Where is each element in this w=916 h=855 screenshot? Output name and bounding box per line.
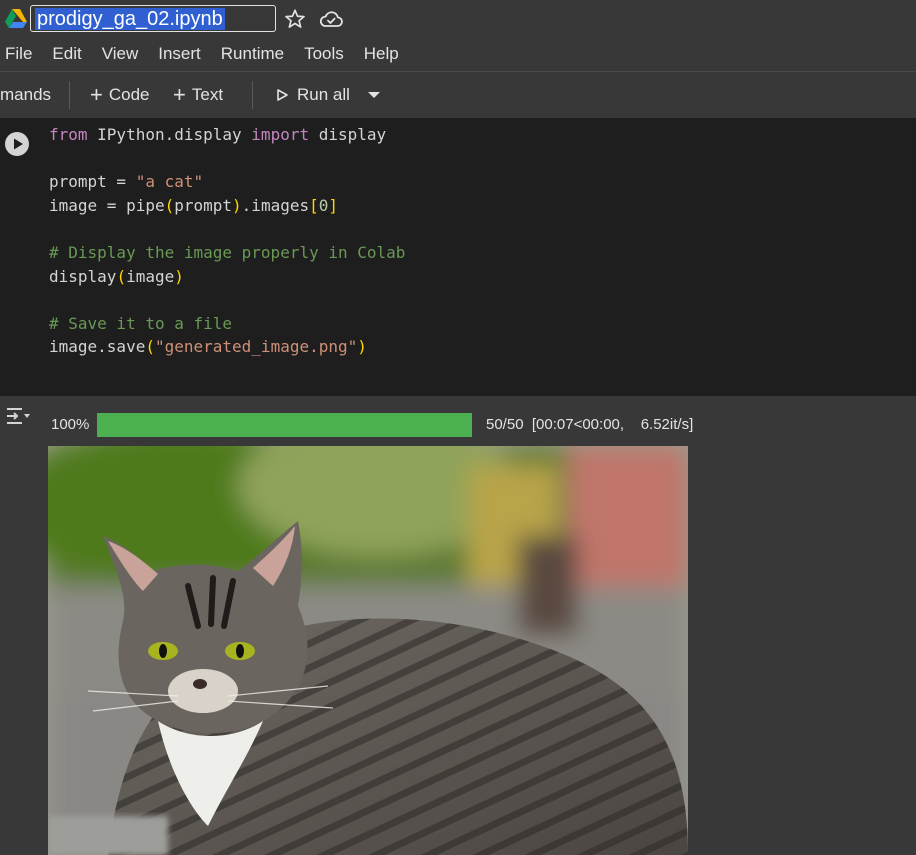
plus-icon: + <box>90 82 103 107</box>
cloud-icon[interactable] <box>319 8 343 30</box>
code-token: "generated_image.png" <box>154 337 358 357</box>
cell-output: 100% 50/50 [00:07<00:00, 6.52it/s] <box>0 397 916 855</box>
output-toggle-icon[interactable] <box>5 405 31 427</box>
code-token: prompt = <box>49 172 136 192</box>
play-icon <box>277 89 288 101</box>
menu-bar: File Edit View Insert Runtime Tools Help <box>0 38 916 70</box>
code-line: image.save("generated_image.png") <box>49 335 405 359</box>
add-text-label: Text <box>191 85 224 104</box>
title-bar: prodigy_ga_02.ipynb <box>0 0 916 38</box>
caret-down-icon <box>368 92 380 98</box>
code-token: ( <box>116 266 127 286</box>
code-token: ( <box>164 195 175 215</box>
code-token: from <box>49 125 88 144</box>
code-token: display <box>49 266 117 286</box>
progress-bar-fill <box>97 413 472 437</box>
code-line: prompt = "a cat" <box>49 170 405 194</box>
drive-icon[interactable] <box>5 8 27 28</box>
code-token: # Save it to a file <box>49 313 233 333</box>
notebook-title-input[interactable]: prodigy_ga_02.ipynb <box>30 5 276 32</box>
menu-file[interactable]: File <box>0 44 52 64</box>
menu-insert[interactable]: Insert <box>158 44 221 64</box>
code-token: ) <box>357 337 367 357</box>
plus-icon: + <box>173 82 186 107</box>
add-text-button[interactable]: + Text <box>173 72 223 118</box>
code-token: display <box>309 125 387 144</box>
code-token: image = pipe <box>49 195 165 215</box>
menu-runtime[interactable]: Runtime <box>221 44 304 64</box>
run-cell-icon[interactable] <box>4 131 30 157</box>
code-editor[interactable]: from IPython.display import display prom… <box>49 123 405 359</box>
progress-status: 50/50 [00:07<00:00, 6.52it/s] <box>486 416 694 433</box>
commands-button[interactable]: mands <box>0 72 51 118</box>
progress-percent: 100% <box>51 416 90 433</box>
code-line: display(image) <box>49 265 405 289</box>
star-icon[interactable] <box>284 8 306 30</box>
menu-edit[interactable]: Edit <box>52 44 101 64</box>
run-options-dropdown[interactable] <box>366 72 382 118</box>
code-token: "a cat" <box>135 172 204 192</box>
toolbar-divider <box>252 81 253 109</box>
generated-cat-image <box>48 446 688 855</box>
run-all-button[interactable]: Run all <box>275 72 350 118</box>
code-token: .images <box>241 195 310 215</box>
toolbar-divider <box>69 81 70 109</box>
code-line: image = pipe(prompt).images[0] <box>49 194 405 218</box>
code-token: prompt <box>174 195 233 215</box>
code-line: # Save it to a file <box>49 312 405 336</box>
code-line: from IPython.display import display <box>49 123 405 147</box>
code-line: # Display the image properly in Colab <box>49 241 405 265</box>
code-token: # Display the image properly in Colab <box>49 242 406 262</box>
add-code-button[interactable]: + Code <box>90 72 150 118</box>
code-token: 0 <box>318 195 329 215</box>
menu-view[interactable]: View <box>102 44 159 64</box>
commands-label: mands <box>0 85 52 104</box>
code-token: IPython.display <box>87 125 252 144</box>
run-all-label: Run all <box>297 85 350 104</box>
code-token: image <box>126 266 175 286</box>
toolbar: mands + Code + Text Run all <box>0 71 916 119</box>
code-token: ( <box>145 337 155 357</box>
notebook-title[interactable]: prodigy_ga_02.ipynb <box>35 8 225 30</box>
code-token: ) <box>174 266 184 286</box>
code-token: [ <box>309 195 319 215</box>
code-token: ) <box>232 195 242 215</box>
menu-tools[interactable]: Tools <box>304 44 364 64</box>
menu-help[interactable]: Help <box>364 44 408 64</box>
add-code-label: Code <box>108 85 150 104</box>
code-token: ] <box>328 195 339 215</box>
code-token: image.save <box>49 337 146 357</box>
code-token: import <box>251 125 310 144</box>
code-cell[interactable]: from IPython.display import display prom… <box>0 118 916 396</box>
progress-bar <box>97 413 472 437</box>
